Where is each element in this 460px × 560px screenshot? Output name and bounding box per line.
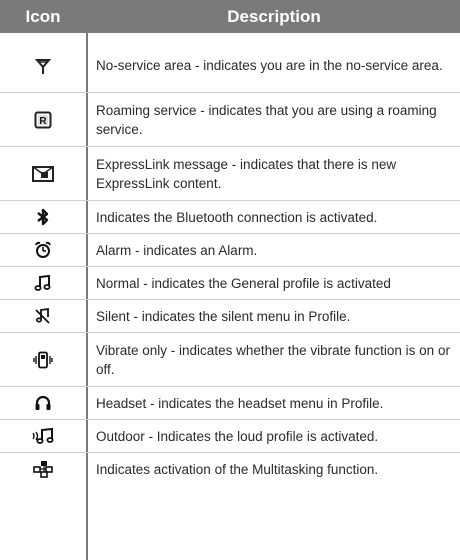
table-row: R Roaming service - indicates that you a… (0, 93, 460, 146)
row-description: Indicates the Bluetooth connection is ac… (96, 209, 378, 225)
header-icon-column: Icon (0, 0, 86, 33)
table-row: Indicates activation of the Multitasking… (0, 453, 460, 485)
expresslink-envelope-icon (0, 147, 86, 200)
table-row: No-service area - indicates you are in t… (0, 39, 460, 92)
svg-text:R: R (39, 116, 47, 127)
multitasking-icon (0, 453, 86, 485)
table-row: Vibrate only - indicates whether the vib… (0, 333, 460, 386)
row-description: Outdoor - Indicates the loud profile is … (96, 428, 379, 444)
row-description: Vibrate only - indicates whether the vib… (96, 342, 450, 377)
headset-icon (0, 387, 86, 419)
icon-description-table: Icon Description No-service area - indic… (0, 0, 460, 560)
table-row: Silent - indicates the silent menu in Pr… (0, 300, 460, 332)
table-row: Headset - indicates the headset menu in … (0, 387, 460, 419)
bluetooth-icon (0, 201, 86, 233)
no-service-antenna-icon (0, 39, 86, 92)
header-description-column: Description (88, 0, 460, 33)
table-row: Indicates the Bluetooth connection is ac… (0, 201, 460, 233)
row-description: Headset - indicates the headset menu in … (96, 395, 384, 411)
vibrate-icon (0, 333, 86, 386)
row-description: Alarm - indicates an Alarm. (96, 242, 258, 258)
row-description: Normal - indicates the General profile i… (96, 275, 391, 291)
row-description: ExpressLink message - indicates that the… (96, 156, 397, 191)
alarm-clock-icon (0, 234, 86, 266)
row-description: Silent - indicates the silent menu in Pr… (96, 308, 351, 324)
row-description: Roaming service - indicates that you are… (96, 102, 437, 137)
table-row: Alarm - indicates an Alarm. (0, 234, 460, 266)
row-description: Indicates activation of the Multitasking… (96, 461, 379, 477)
silent-icon (0, 300, 86, 332)
row-description: No-service area - indicates you are in t… (96, 58, 443, 73)
roaming-r-icon: R (0, 93, 86, 146)
table-row: ExpressLink message - indicates that the… (0, 147, 460, 200)
outdoor-loud-icon (0, 420, 86, 452)
music-note-icon (0, 267, 86, 299)
table-row: Normal - indicates the General profile i… (0, 267, 460, 299)
table-row: Outdoor - Indicates the loud profile is … (0, 420, 460, 452)
